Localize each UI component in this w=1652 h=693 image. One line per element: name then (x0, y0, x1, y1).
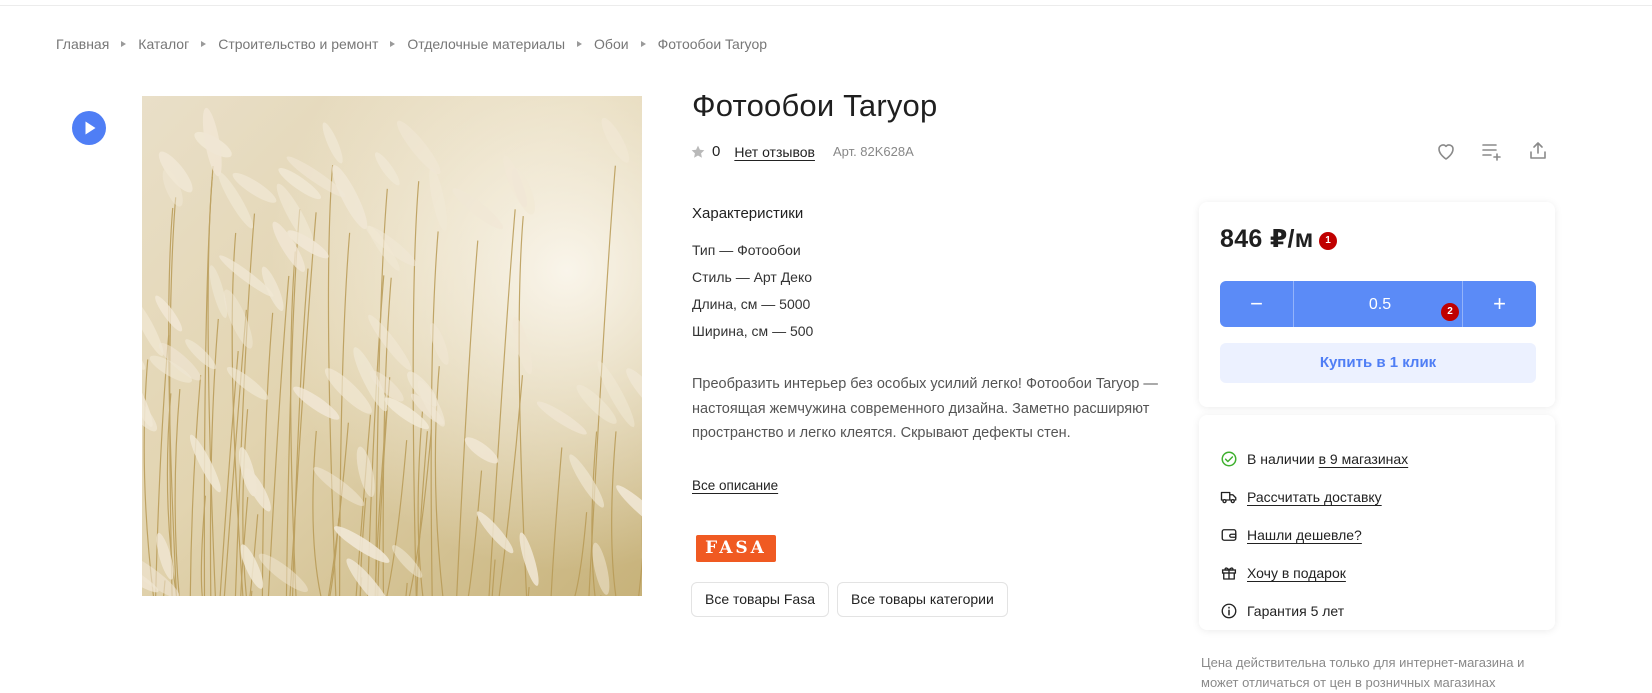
marker-badge: 2 (1441, 303, 1459, 321)
full-description-link[interactable]: Все описание (692, 478, 778, 493)
delivery-calculator-link[interactable]: Рассчитать доставку (1247, 489, 1382, 505)
rating-count: 0 (712, 143, 721, 160)
breadcrumb-separator-icon (201, 41, 207, 47)
product-description: Преобразить интерьер без особых усилий л… (692, 376, 1158, 441)
warranty-row: Гарантия 5 лет (1220, 602, 1344, 620)
increase-quantity-button[interactable]: + (1462, 281, 1536, 327)
truck-icon (1220, 491, 1237, 504)
breadcrumb-catalog[interactable]: Каталог (138, 36, 189, 52)
breadcrumb-construction[interactable]: Строительство и ремонт (218, 36, 378, 52)
brand-products-button[interactable]: Все товары Fasa (691, 582, 829, 617)
marker-badge: 1 (1319, 232, 1337, 250)
quantity-input[interactable] (1294, 281, 1466, 327)
breadcrumb-home[interactable]: Главная (56, 36, 109, 52)
warranty-text: Гарантия 5 лет (1247, 603, 1345, 619)
info-icon (1221, 603, 1237, 619)
category-products-button[interactable]: Все товары категории (836, 582, 1008, 617)
buy-one-click-button[interactable]: Купить в 1 клик (1220, 343, 1536, 383)
breadcrumb-wallpaper[interactable]: Обои (594, 36, 629, 52)
delivery-row: Рассчитать доставку (1220, 488, 1382, 506)
breadcrumb: Главная Каталог Строительство и ремонт О… (56, 36, 767, 52)
top-divider (0, 5, 1652, 6)
stock-label: В наличии (1247, 451, 1315, 467)
related-links: Все товары Fasa Все товары категории (691, 582, 1008, 617)
reviews-link[interactable]: Нет отзывов (734, 144, 815, 160)
quantity-stepper: − 2 + (1220, 281, 1536, 327)
brand-logo[interactable]: FASA (696, 535, 776, 562)
info-card: В наличии в 9 магазинах Рассчитать доста… (1199, 415, 1555, 630)
rating-row: 0 Нет отзывов Арт. 82K628A (690, 143, 914, 160)
wish-gift-link[interactable]: Хочу в подарок (1247, 565, 1346, 581)
product-actions (1434, 139, 1550, 163)
stock-row: В наличии в 9 магазинах (1220, 450, 1408, 468)
check-circle-icon (1221, 451, 1237, 467)
breadcrumb-separator-icon (390, 41, 396, 47)
product-price: 846 ₽/м (1220, 225, 1314, 253)
breadcrumb-separator-icon (121, 41, 127, 47)
share-icon[interactable] (1526, 139, 1550, 163)
cheaper-row: Нашли дешевле? (1220, 526, 1362, 544)
breadcrumb-current: Фотообои Taryop (657, 36, 768, 52)
gift-icon (1221, 567, 1237, 580)
product-photo[interactable] (142, 96, 642, 596)
spec-item: Длина, см — 5000 (692, 296, 811, 312)
compare-list-icon[interactable] (1480, 139, 1504, 163)
specs-list: Тип — Фотообои Стиль — Арт Деко Длина, с… (692, 240, 813, 348)
video-play-button[interactable] (72, 111, 106, 145)
spec-item: Ширина, см — 500 (692, 323, 814, 339)
found-cheaper-link[interactable]: Нашли дешевле? (1247, 527, 1362, 543)
product-title: Фотообои Taryop (692, 88, 938, 123)
price-card: 846 ₽/м 1 − 2 + Купить в 1 клик (1199, 202, 1555, 407)
gift-row: Хочу в подарок (1220, 564, 1346, 582)
breadcrumb-separator-icon (577, 41, 583, 47)
star-icon (691, 145, 705, 158)
stock-stores-link[interactable]: в 9 магазинах (1319, 451, 1409, 467)
price-disclaimer: Цена действительна только для интернет-м… (1201, 655, 1525, 690)
spec-item: Тип — Фотообои (692, 242, 801, 258)
breadcrumb-finishing[interactable]: Отделочные материалы (407, 36, 565, 52)
specs-heading: Характеристики (692, 205, 804, 222)
decrease-quantity-button[interactable]: − (1220, 281, 1294, 327)
product-sku: Арт. 82K628A (832, 144, 914, 159)
heart-icon[interactable] (1434, 139, 1458, 163)
wallet-icon (1221, 529, 1237, 541)
breadcrumb-separator-icon (640, 41, 646, 47)
spec-item: Стиль — Арт Деко (692, 269, 813, 285)
play-icon (85, 121, 96, 135)
grass-photo-illustration (142, 96, 642, 596)
